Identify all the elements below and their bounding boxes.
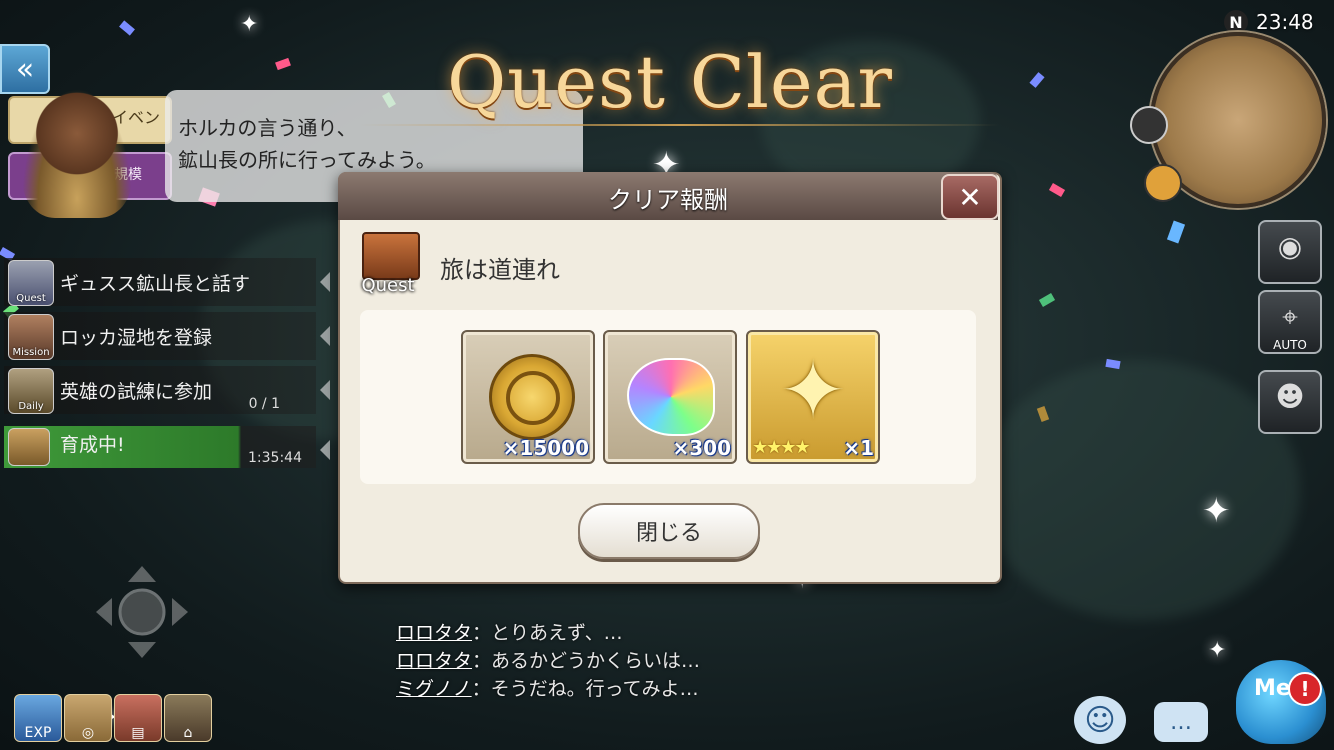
chat-text: ：あるかどうかくらいは… xyxy=(472,650,701,672)
emote-button[interactable]: ☺ xyxy=(1074,696,1126,744)
quest-icon: Quest xyxy=(8,260,54,306)
virtual-dpad[interactable] xyxy=(96,566,188,658)
close-button[interactable]: ✕ xyxy=(941,174,999,220)
coin-boost-button[interactable]: ◎ xyxy=(64,694,112,742)
coin-icon xyxy=(489,354,575,440)
close-dialog-button[interactable]: 閉じる xyxy=(578,503,760,559)
star-icon: ✦ xyxy=(779,344,847,437)
close-dialog-label: 閉じる xyxy=(635,521,702,546)
sparkle: ✦ xyxy=(240,12,259,37)
quest-list-item-daily[interactable]: Daily 英雄の試練に参加 0 / 1 xyxy=(4,366,330,414)
chest-icon: ▤ xyxy=(131,725,145,741)
chat-line: ロロタタ：あるかどうかくらいは… xyxy=(396,646,700,673)
quest-list-item-label: 育成中! xyxy=(60,434,125,456)
background-foliage xyxy=(980,360,1300,620)
confetti xyxy=(1029,72,1045,88)
reward-item-coin[interactable]: ×15000 xyxy=(461,330,595,464)
npc-avatar xyxy=(22,88,132,218)
confetti xyxy=(1048,183,1066,197)
quest-clear-title: Quest Clear xyxy=(447,40,893,124)
cage-icon: ⌂ xyxy=(183,725,193,741)
npc-speech-text: ホルカの言う通り、 鉱山長の所に行ってみよう。 xyxy=(178,116,436,172)
title-divider xyxy=(360,124,1000,126)
reward-item-star[interactable]: ✦ ★★★★ ×1 xyxy=(746,330,880,464)
auto-label: AUTO xyxy=(1273,338,1307,352)
training-house-icon xyxy=(8,428,50,466)
alert-badge: ! xyxy=(1288,672,1322,706)
back-button[interactable]: « xyxy=(0,44,50,94)
chat-line: ミグノノ：そうだね。行ってみよ… xyxy=(396,674,699,701)
reward-item-gem[interactable]: ×300 xyxy=(603,330,737,464)
quest-list-item-mission[interactable]: Mission ロッカ湿地を登録 xyxy=(4,312,330,360)
arrow-left-icon xyxy=(320,272,330,292)
reward-count: ×300 xyxy=(672,436,731,460)
exp-boost-button[interactable]: EXP xyxy=(14,694,62,742)
quest-board-icon: Quest xyxy=(356,232,420,296)
sparkle: ✦ xyxy=(1202,491,1231,531)
rainbow-gem-icon xyxy=(627,358,715,436)
quest-icon-label: Quest xyxy=(16,293,46,304)
clock: 23:48 xyxy=(1256,10,1314,34)
confetti xyxy=(275,57,291,71)
quest-board-graphic xyxy=(362,232,420,280)
chat-speaker[interactable]: ロロタタ xyxy=(396,622,472,644)
minimap-pet-button[interactable] xyxy=(1144,164,1182,202)
confetti xyxy=(119,20,135,36)
compass-north-icon: N xyxy=(1224,10,1248,34)
close-icon: ✕ xyxy=(958,180,982,214)
speech-bubble-icon: … xyxy=(1170,709,1192,735)
party-icon: ☻ xyxy=(1275,380,1305,413)
chat-text: ：そうだね。行ってみよ… xyxy=(471,678,699,700)
quest-list-item-quest[interactable]: Quest ギュスス鉱山長と話す xyxy=(4,258,330,306)
arrow-left-icon xyxy=(320,440,330,460)
item-boost-button[interactable]: ▤ xyxy=(114,694,162,742)
mission-icon: Mission xyxy=(8,314,54,360)
camera-icon: ◉ xyxy=(1277,230,1303,263)
chat-text: ：とりあえず、… xyxy=(472,622,623,644)
reward-count: ×1 xyxy=(843,436,874,460)
confetti xyxy=(1166,220,1186,244)
confetti xyxy=(1038,293,1056,307)
daily-icon-label: Daily xyxy=(18,401,44,412)
quest-list-item-label: ロッカ湿地を登録 xyxy=(60,327,213,349)
quest-list-item-label: 英雄の試練に参加 xyxy=(60,381,213,403)
sparkle: ✦ xyxy=(1208,638,1227,663)
daily-icon: Daily xyxy=(8,368,54,414)
quest-progress: 0 / 1 xyxy=(248,396,280,412)
chat-speaker[interactable]: ロロタタ xyxy=(396,650,472,672)
auto-button[interactable]: ⌖ AUTO xyxy=(1258,290,1322,354)
chat-line: ロロタタ：とりあえず、… xyxy=(396,618,623,645)
arrow-left-icon xyxy=(320,380,330,400)
quest-icon-label: Quest xyxy=(361,275,415,296)
chat-speaker[interactable]: ミグノノ xyxy=(396,678,472,700)
smile-icon: ☺ xyxy=(1084,702,1116,738)
chat-button[interactable]: … xyxy=(1154,702,1208,742)
minimap-zoom-button[interactable] xyxy=(1130,106,1168,144)
exp-label: EXP xyxy=(24,725,52,741)
rarity-stars: ★★★★ xyxy=(752,437,811,458)
auto-target-icon: ⌖ xyxy=(1282,300,1298,333)
me-label: Me xyxy=(1254,676,1291,701)
arrow-left-icon xyxy=(320,326,330,346)
quest-list-item-training[interactable]: 育成中! 1:35:44 xyxy=(4,426,330,468)
coin-icon: ◎ xyxy=(81,725,95,741)
party-button[interactable]: ☻ xyxy=(1258,370,1322,434)
mission-icon-label: Mission xyxy=(12,347,50,358)
quest-name: 旅は道連れ xyxy=(440,256,560,284)
double-chevron-left-icon: « xyxy=(15,51,35,87)
training-timer: 1:35:44 xyxy=(248,450,302,466)
cage-button[interactable]: ⌂ xyxy=(164,694,212,742)
camera-button[interactable]: ◉ xyxy=(1258,220,1322,284)
reward-dialog-title: クリア報酬 xyxy=(608,186,728,214)
reward-count: ×15000 xyxy=(502,436,589,460)
quest-list-item-label: ギュスス鉱山長と話す xyxy=(60,273,251,295)
